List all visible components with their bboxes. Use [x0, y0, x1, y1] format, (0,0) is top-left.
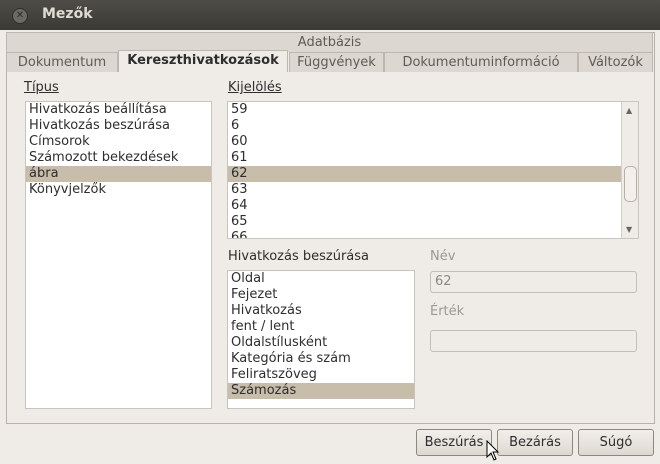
- title-bar: ✕ Mezők: [0, 0, 660, 30]
- list-item[interactable]: Oldal: [228, 271, 414, 287]
- list-item[interactable]: Feliratszöveg: [228, 367, 414, 383]
- selection-scrollbar[interactable]: ▲ ▼: [621, 102, 638, 238]
- list-item[interactable]: Fejezet: [228, 287, 414, 303]
- type-label: Típus: [24, 80, 59, 95]
- list-item[interactable]: Címsorok: [26, 134, 211, 150]
- scroll-thumb[interactable]: [624, 166, 637, 202]
- type-list[interactable]: Hivatkozás beállítása Hivatkozás beszúrá…: [25, 101, 212, 409]
- insert-button[interactable]: Beszúrás: [416, 429, 492, 456]
- mouse-cursor-icon: [486, 440, 500, 461]
- scroll-down-icon[interactable]: ▼: [626, 225, 632, 234]
- list-item[interactable]: 61: [228, 150, 638, 166]
- window-title: Mezők: [42, 6, 93, 22]
- value-label: Érték: [430, 304, 465, 319]
- list-item[interactable]: fent / lent: [228, 319, 414, 335]
- help-button[interactable]: Súgó: [578, 429, 654, 456]
- list-item-selected[interactable]: 62: [228, 166, 638, 182]
- list-item[interactable]: Oldalstílusként: [228, 335, 414, 351]
- list-item[interactable]: 6: [228, 118, 638, 134]
- value-field[interactable]: [430, 330, 637, 352]
- list-item[interactable]: Hivatkozás: [228, 303, 414, 319]
- list-item[interactable]: 66: [228, 230, 638, 238]
- tab-adatbazis[interactable]: Adatbázis: [6, 32, 653, 52]
- list-item[interactable]: Kategória és szám: [228, 351, 414, 367]
- list-item[interactable]: 63: [228, 182, 638, 198]
- tab-valtozok[interactable]: Változók: [578, 52, 653, 72]
- list-item[interactable]: Könyvjelzők: [26, 182, 211, 198]
- tab-kereszthivatkozasok[interactable]: Kereszthivatkozások: [118, 50, 288, 72]
- tab-dokumentuminformacio[interactable]: Dokumentuminformáció: [384, 52, 578, 72]
- selection-label: Kijelölés: [228, 80, 282, 95]
- scroll-up-icon[interactable]: ▲: [626, 106, 632, 115]
- tab-dokumentum[interactable]: Dokumentum: [6, 52, 118, 72]
- tab-fuggvenyek[interactable]: Függvények: [289, 52, 384, 72]
- selection-list[interactable]: 59 6 60 61 62 63 64 65 66 ▲ ▼: [227, 101, 639, 239]
- list-item[interactable]: 64: [228, 198, 638, 214]
- list-item[interactable]: 60: [228, 134, 638, 150]
- list-item[interactable]: Hivatkozás beállítása: [26, 102, 211, 118]
- list-item[interactable]: 59: [228, 102, 638, 118]
- name-field[interactable]: 62: [430, 271, 637, 293]
- close-button[interactable]: Bezárás: [497, 429, 573, 456]
- list-item[interactable]: Számozott bekezdések: [26, 150, 211, 166]
- list-item-selected[interactable]: ábra: [26, 166, 211, 182]
- name-label: Név: [430, 249, 456, 264]
- list-item[interactable]: Hivatkozás beszúrása: [26, 118, 211, 134]
- close-icon[interactable]: ✕: [12, 8, 28, 24]
- list-item[interactable]: 65: [228, 214, 638, 230]
- insert-ref-label: Hivatkozás beszúrása: [228, 249, 369, 264]
- insert-ref-list[interactable]: Oldal Fejezet Hivatkozás fent / lent Old…: [227, 270, 415, 409]
- list-item-selected[interactable]: Számozás: [228, 383, 414, 399]
